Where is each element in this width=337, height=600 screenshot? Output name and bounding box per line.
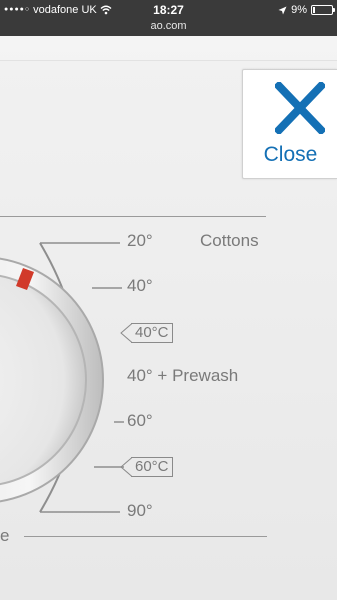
url-bar[interactable]: ao.com — [0, 20, 337, 36]
battery-percent: 9% — [291, 4, 307, 16]
program-label-cottons: Cottons — [200, 231, 259, 250]
panel-divider-top — [0, 216, 266, 217]
program-label-40-prewash: 40° + Prewash — [127, 366, 239, 385]
program-fragment-label: e — [0, 526, 10, 545]
url-text[interactable]: ao.com — [150, 20, 186, 32]
program-label-90: 90° — [127, 501, 153, 520]
product-image-viewer: e 20° Cottons 40° 40°C 40° + Prewash 60°… — [0, 36, 337, 600]
close-button[interactable]: Close — [242, 69, 337, 179]
status-right: 9% — [278, 4, 335, 16]
battery-icon — [311, 5, 335, 15]
status-bar: ●●●●○ vodafone UK 18:27 9% — [0, 0, 337, 20]
program-label-60c-eco: 60°C — [131, 457, 173, 477]
close-button-label[interactable]: Close — [243, 143, 337, 167]
panel-divider-bottom — [24, 536, 267, 537]
location-arrow-icon — [278, 6, 287, 14]
program-label-20: 20° — [127, 231, 153, 250]
program-label-40: 40° — [127, 276, 153, 295]
program-label-60: 60° — [127, 411, 153, 430]
battery-level — [313, 7, 315, 13]
close-x-icon[interactable] — [275, 82, 325, 134]
program-label-40c-eco: 40°C — [131, 323, 173, 343]
